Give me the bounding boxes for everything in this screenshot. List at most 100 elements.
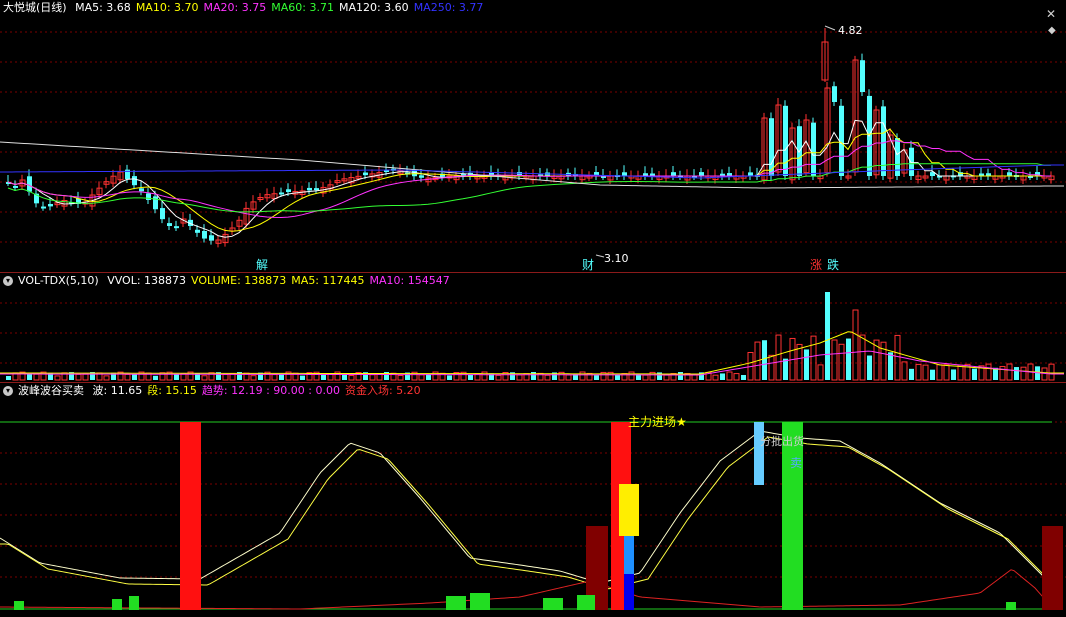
volume-bar (468, 374, 473, 380)
collapse-icon[interactable]: ▾ (3, 386, 13, 396)
volume-bar (271, 374, 278, 381)
candle-body (286, 189, 291, 192)
volume-bar (817, 364, 824, 381)
volume-bar (397, 374, 404, 381)
price-header: 大悦城(日线) MA5: 3.68 MA10: 3.70 MA20: 3.75 MA6… (0, 0, 493, 16)
volume-bar (229, 373, 236, 381)
collapse-icon[interactable]: ▾ (3, 276, 13, 286)
candle-body (48, 204, 53, 207)
diamond-icon[interactable]: ◆ (1048, 25, 1056, 36)
volume-bar (775, 334, 782, 381)
volume-bar (531, 372, 536, 380)
candle-body (27, 176, 32, 192)
price-panel[interactable]: 4.82 3.10 解 财 涨跌 大悦城(日线) MA5: 3.68 MA10: 3.70… (0, 0, 1066, 273)
volume-bar (957, 364, 964, 381)
indicator-label: VVOL: 138873 (107, 274, 187, 287)
indicator-label: 段: 15.15 (147, 384, 197, 397)
candle-body (41, 206, 46, 209)
indicator-label: MA10: 154547 (369, 274, 450, 287)
volume-bar (321, 374, 326, 380)
volume-bar (447, 375, 452, 380)
volume-bar (762, 340, 767, 380)
volume-panel[interactable]: ▾ VOL-TDX(5,10) VVOL: 138873 VOLUME: 13887… (0, 273, 1066, 383)
volume-header: ▾ VOL-TDX(5,10) VVOL: 138873 VOLUME: 13887… (0, 273, 460, 289)
indicator-label: MA20: 3.75 (203, 1, 267, 14)
volume-bar (943, 364, 950, 381)
wave-title: 波峰波谷买卖 (18, 384, 84, 397)
low-price-label: 3.10 (604, 252, 629, 265)
volume-bar (201, 375, 208, 381)
vol-ma5-line (0, 331, 1064, 375)
high-price-label: 4.82 (838, 24, 863, 37)
volume-bar (741, 375, 746, 380)
indicator-label: MA250: 3.77 (413, 1, 484, 14)
candle-body (419, 175, 424, 178)
volume-bar (804, 349, 809, 380)
candle-body (811, 122, 816, 176)
volume-bar (75, 373, 82, 381)
volume-bar (783, 358, 788, 380)
candle-body (783, 105, 788, 176)
candle-body (139, 188, 144, 192)
volume-bar (915, 363, 922, 381)
candle-body (279, 192, 284, 195)
small-green-bar (112, 599, 122, 610)
volume-bar (180, 373, 187, 381)
volume-bar (999, 365, 1006, 381)
wave-header: ▾ 波峰波谷买卖 波: 11.65 段: 15.15 趋势: 12.19 : 90.0… (0, 383, 431, 399)
volume-bar (810, 335, 817, 381)
volume-bar (796, 343, 803, 381)
capital-line (0, 569, 1059, 610)
small-green-bar (129, 596, 139, 610)
volume-indicators: VVOL: 138873 VOLUME: 138873 MA5: 117445 MA1… (107, 274, 455, 287)
volume-bar (922, 364, 929, 381)
volume-bar (846, 338, 851, 380)
wave-indicators: 波: 11.65 段: 15.15 趋势: 12.19 : 90.00 : 0.00… (93, 384, 426, 397)
low-pointer (595, 254, 605, 258)
volume-chart[interactable] (0, 273, 1066, 383)
price-chart[interactable]: 4.82 3.10 解 财 涨跌 (0, 0, 1066, 273)
volume-bar (27, 374, 32, 380)
indicator-label: 趋势: 12.19 : 90.00 : 0.00 (201, 384, 340, 397)
volume-bar (972, 368, 977, 380)
small-green-bar (14, 601, 24, 610)
sell-signal-bar (754, 422, 764, 485)
volume-bar (565, 374, 572, 381)
volume-bar (768, 354, 775, 381)
volume-bar (831, 339, 838, 381)
wave-panel[interactable]: 主力进场★ 分批出货卖 ▾ 波峰波谷买卖 波: 11.65 段: 15.15 趋势: 1… (0, 383, 1066, 617)
volume-bar (880, 341, 887, 381)
volume-bar (825, 292, 830, 380)
volume-bar (544, 374, 551, 381)
volume-bar (867, 355, 872, 380)
volume-bar (1014, 367, 1019, 380)
entry-bar (619, 484, 639, 536)
wave-chart[interactable]: 主力进场★ 分批出货卖 (0, 383, 1066, 617)
volume-title: VOL-TDX(5,10) (18, 274, 99, 287)
indicator-label: MA120: 3.60 (338, 1, 409, 14)
volume-bar (33, 373, 40, 381)
volume-bar (82, 373, 89, 381)
volume-bar (369, 374, 376, 381)
marker-cai: 财 (582, 258, 594, 272)
sell-signal-bar (782, 422, 803, 610)
candle-body (1007, 172, 1012, 176)
indicator-label: MA10: 3.70 (135, 1, 199, 14)
candle-body (363, 172, 368, 176)
candle-body (202, 230, 207, 239)
volume-bar (594, 375, 599, 380)
volume-bar (951, 369, 956, 380)
volume-bar (124, 373, 131, 381)
close-icon[interactable]: ✕ (1046, 7, 1056, 21)
volume-bar (174, 374, 179, 380)
volume-bar (720, 373, 725, 380)
volume-bar (936, 364, 943, 381)
high-pointer (824, 25, 836, 31)
volume-bar (103, 375, 110, 381)
small-green-bar (1006, 602, 1016, 610)
indicator-label: 波: 11.65 (92, 384, 143, 397)
candle-body (699, 172, 704, 176)
marker-jie: 解 (256, 258, 268, 272)
candle-body (146, 193, 151, 200)
marker-zhang: 涨 (810, 257, 822, 272)
